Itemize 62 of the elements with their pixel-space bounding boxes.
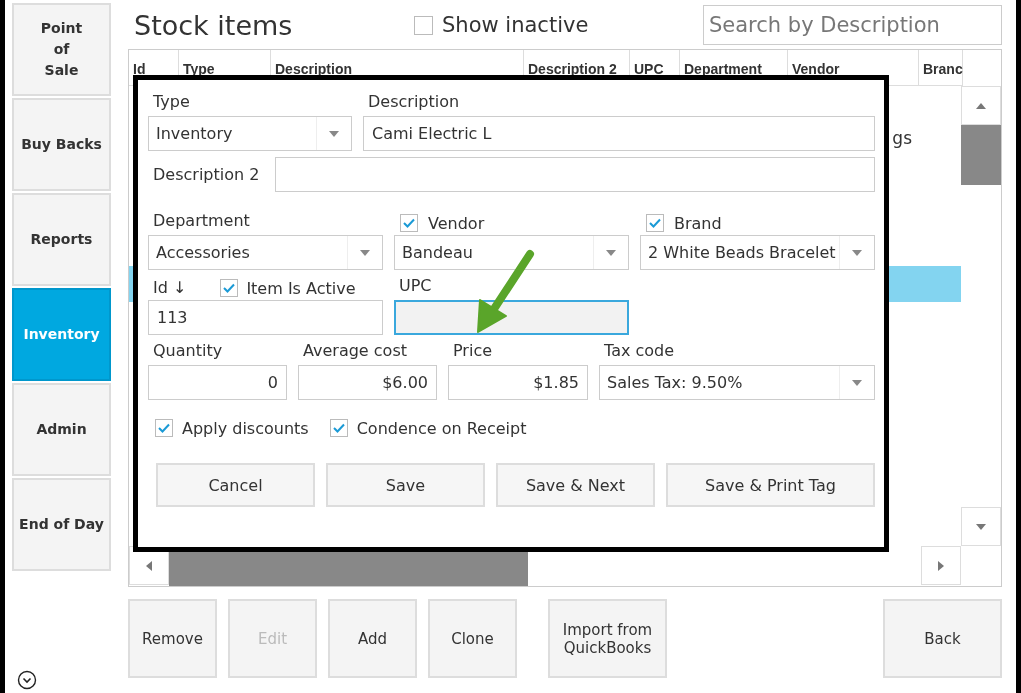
checkbox-label: Condence on Receipt: [356, 418, 527, 438]
input-field[interactable]: [394, 300, 629, 335]
field-label: UPC: [398, 276, 433, 297]
checkbox-label: Brand: [674, 213, 722, 233]
action-button[interactable]: Remove: [128, 599, 217, 678]
field-label: Quantity: [152, 341, 224, 362]
checkbox-label: Vendor: [428, 213, 485, 233]
search-field[interactable]: Search by Description: [703, 5, 1002, 45]
nav-button[interactable]: Admin: [12, 383, 111, 476]
action-button[interactable]: Back: [883, 599, 1002, 678]
input-field[interactable]: [275, 157, 875, 192]
checkbox[interactable]: [155, 419, 173, 437]
left-triangle-icon[interactable]: [146, 560, 152, 571]
dialog-button[interactable]: Save & Next: [496, 463, 655, 507]
caret-icon: [329, 130, 339, 137]
dropdown[interactable]: Inventory: [148, 116, 352, 151]
nav-button[interactable]: Reports: [12, 193, 111, 286]
nav-button[interactable]: Point of Sale: [12, 3, 111, 96]
input-field[interactable]: 113: [148, 300, 383, 335]
field-label: Average cost: [302, 341, 408, 362]
field-label: Description 2: [152, 164, 260, 185]
input-field[interactable]: $6.00: [298, 365, 437, 400]
caret-icon: [360, 249, 370, 256]
caret-icon: [606, 249, 616, 256]
caret-icon: [852, 379, 862, 386]
scrollbar-thumb[interactable]: [961, 125, 1001, 185]
dropdown[interactable]: Bandeau: [394, 235, 629, 270]
dropdown[interactable]: Accessories: [148, 235, 383, 270]
checkbox-label: Apply discounts: [182, 418, 309, 438]
dropdown[interactable]: Sales Tax: 9.50%: [599, 365, 875, 400]
field-label: Tax code: [603, 341, 676, 362]
field-label: Description: [367, 92, 461, 113]
checkbox-label: Item Is Active: [246, 278, 356, 298]
right-triangle-icon[interactable]: [938, 560, 944, 571]
dropdown[interactable]: 2 White Beads Bracelet: [640, 235, 875, 270]
dialog-button[interactable]: Save & Print Tag: [666, 463, 875, 507]
column-header[interactable]: Branc: [919, 50, 963, 86]
checkbox[interactable]: [400, 214, 418, 232]
field-label: Department: [152, 211, 251, 232]
nav-button[interactable]: Buy Backs: [12, 98, 111, 191]
action-button[interactable]: Import from QuickBooks: [548, 599, 667, 678]
action-button[interactable]: Add: [328, 599, 417, 678]
field-label: Price: [452, 341, 494, 362]
dialog-button[interactable]: Save: [326, 463, 485, 507]
checkbox[interactable]: [646, 214, 664, 232]
nav-button[interactable]: End of Day: [12, 478, 111, 571]
field-label: Id ↓: [153, 278, 187, 298]
input-field[interactable]: 0: [148, 365, 287, 400]
field-label: Type: [152, 92, 191, 113]
chevron-down-icon[interactable]: [17, 670, 37, 690]
down-triangle-icon[interactable]: [976, 523, 986, 530]
checkbox[interactable]: [414, 15, 433, 35]
page-title: Stock items: [133, 9, 294, 41]
dialog-button[interactable]: Cancel: [156, 463, 315, 507]
input-field[interactable]: Cami Electric L: [363, 116, 875, 151]
checkbox-label: Show inactive: [442, 13, 589, 37]
caret-icon: [852, 249, 862, 256]
input-field[interactable]: $1.85: [448, 365, 588, 400]
checkbox[interactable]: [220, 279, 239, 297]
up-triangle-icon[interactable]: [976, 102, 986, 109]
checkbox[interactable]: [329, 419, 348, 437]
action-button[interactable]: Clone: [428, 599, 517, 678]
